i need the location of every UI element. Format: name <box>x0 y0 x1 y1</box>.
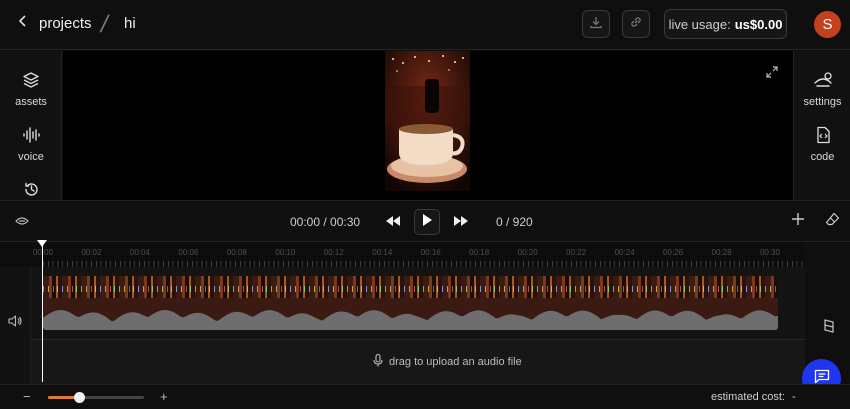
video-preview[interactable] <box>385 51 470 191</box>
ruler-label: 00:08 <box>226 248 247 257</box>
playhead-handle[interactable] <box>37 240 47 247</box>
ruler-label: 00:18 <box>469 248 490 257</box>
estimated-cost-label: estimated cost: <box>711 391 785 403</box>
ruler-label: 00:02 <box>81 248 102 257</box>
microphone-icon <box>373 353 383 370</box>
playhead-line[interactable] <box>42 245 43 382</box>
breadcrumb-separator: / <box>98 11 111 38</box>
avatar[interactable]: S <box>814 11 841 38</box>
layers-icon <box>22 71 40 92</box>
ruler-label: 00:24 <box>614 248 635 257</box>
upload-hint: drag to upload an audio file <box>373 353 522 370</box>
sidebar-item-label: settings <box>803 96 842 108</box>
right-sidebar: settings code <box>793 51 850 200</box>
ruler-label: 00:04 <box>129 248 150 257</box>
timeline-tracks: drag to upload an audio file <box>0 267 805 384</box>
captions-toggle-icon[interactable] <box>14 214 30 233</box>
sidebar-item-code[interactable]: code <box>794 126 850 163</box>
frame-counter: 0 / 920 <box>496 215 533 229</box>
ai-sync-icon[interactable] <box>821 318 837 339</box>
sidebar-item-label: code <box>810 151 835 163</box>
sidebar-item-history[interactable] <box>0 181 62 201</box>
ruler-label: 00:14 <box>372 248 393 257</box>
sidebar-item-assets[interactable]: assets <box>0 71 62 108</box>
bottom-bar: − + estimated cost: - <box>0 384 850 409</box>
chevron-left-icon[interactable] <box>18 14 28 33</box>
sidebar-item-settings[interactable]: settings <box>794 71 850 108</box>
link-icon <box>629 15 643 34</box>
breadcrumb-projects[interactable]: projects <box>39 15 92 32</box>
ruler-label: 00:00 <box>32 248 54 257</box>
expand-icon[interactable] <box>765 65 779 84</box>
zoom-slider[interactable] <box>48 392 144 403</box>
download-icon <box>589 15 603 34</box>
audio-waveform <box>43 298 778 330</box>
play-button[interactable] <box>414 209 440 235</box>
ruler-label: 00:10 <box>275 248 296 257</box>
zoom-in-button[interactable]: + <box>160 389 168 404</box>
ruler-label: 00:26 <box>663 248 684 257</box>
timeline-ruler[interactable]: 00:00 00:02 00:04 00:06 00:08 00:10 00:12 00:14… <box>0 242 805 267</box>
fast-forward-icon <box>454 213 468 231</box>
share-link-button[interactable] <box>622 10 650 38</box>
project-name[interactable]: hi <box>124 15 136 32</box>
sidebar-item-voice[interactable]: voice <box>0 126 62 163</box>
play-icon <box>422 213 432 231</box>
playback-time: 00:00 / 00:30 <box>290 215 361 229</box>
live-usage-value: us$0.00 <box>734 16 783 32</box>
ruler-label: 00:16 <box>420 248 441 257</box>
sidebar-item-label: voice <box>18 151 44 163</box>
track-gutter <box>0 267 31 384</box>
rewind-button[interactable] <box>380 209 406 235</box>
rewind-icon <box>386 213 400 231</box>
zoom-slider-thumb[interactable] <box>73 392 85 403</box>
sidebar-item-label: assets <box>15 96 47 108</box>
estimated-cost: estimated cost: - <box>711 391 796 403</box>
top-bar: projects / hi live usage: us$0.00 S <box>0 0 850 50</box>
ruler-label: 00:06 <box>178 248 199 257</box>
download-button[interactable] <box>582 10 610 38</box>
zoom-out-button[interactable]: − <box>23 389 31 404</box>
ruler-label: 00:22 <box>566 248 587 257</box>
settings-icon <box>813 71 833 92</box>
ruler-label: 00:12 <box>323 248 344 257</box>
left-sidebar: assets voice <box>0 51 62 200</box>
live-usage-label: live usage: <box>668 16 731 32</box>
add-icon[interactable] <box>791 212 805 231</box>
ruler-label: 00:28 <box>711 248 732 257</box>
upload-hint-text: drag to upload an audio file <box>389 356 522 368</box>
playback-controls: 00:00 / 00:30 0 / 920 <box>0 200 850 242</box>
history-icon <box>23 181 40 201</box>
fast-forward-button[interactable] <box>448 209 474 235</box>
video-preview-area <box>63 51 793 200</box>
clip-thumbnail-lights <box>43 286 778 292</box>
audio-drop-zone[interactable]: drag to upload an audio file <box>31 339 805 384</box>
estimated-cost-value: - <box>792 391 796 403</box>
live-usage-badge: live usage: us$0.00 <box>664 9 787 39</box>
waveform-icon <box>22 126 40 147</box>
ruler-label: 00:30 <box>759 248 781 257</box>
video-clip[interactable] <box>43 276 778 330</box>
code-icon <box>815 126 831 147</box>
ruler-label: 00:20 <box>517 248 538 257</box>
eraser-icon[interactable] <box>825 212 840 231</box>
volume-icon[interactable] <box>8 314 22 332</box>
